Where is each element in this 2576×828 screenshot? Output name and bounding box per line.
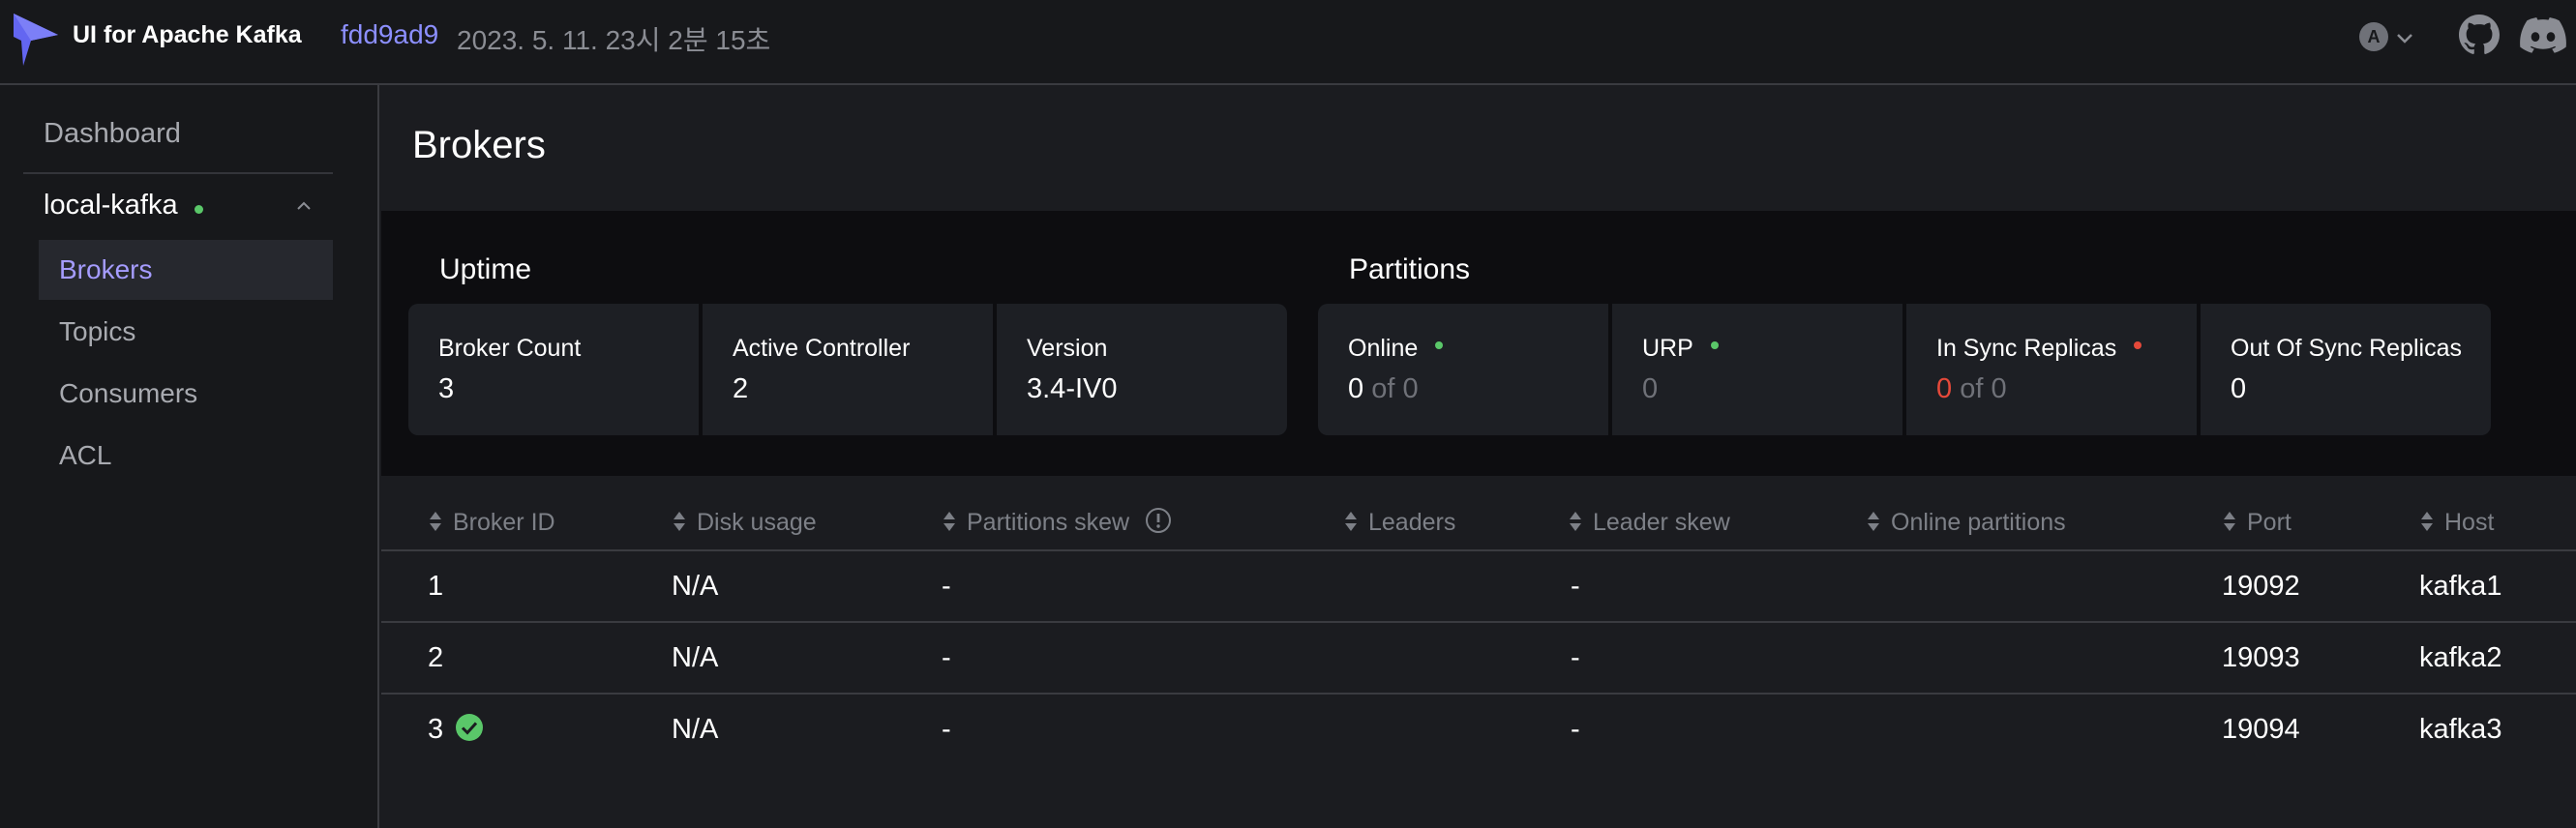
column-header-disk-usage[interactable]: Disk usage	[672, 505, 817, 540]
sort-icon	[944, 512, 955, 532]
sidebar-item-brokers[interactable]: Brokers	[39, 240, 333, 300]
sidebar-item-consumers[interactable]: Consumers	[39, 364, 333, 424]
column-header-leaders[interactable]: Leaders	[1343, 505, 1455, 540]
broker-count-card: Broker Count 3	[408, 304, 699, 435]
broker-id-cell[interactable]: 1	[428, 571, 443, 603]
sort-icon	[1345, 512, 1357, 532]
github-icon[interactable]	[2459, 15, 2500, 55]
sidebar-item-dashboard[interactable]: Dashboard	[44, 118, 181, 150]
in-sync-replicas-value: 0 of 0	[1936, 373, 2007, 404]
commit-link[interactable]: fdd9ad9	[341, 19, 438, 50]
sidebar-item-acl[interactable]: ACL	[39, 426, 333, 486]
active-controller-value: 2	[733, 373, 749, 404]
table-row[interactable]: 1 N/A - - 19092 kafka1	[381, 551, 2576, 623]
disk-usage-cell: N/A	[672, 642, 719, 673]
port-cell: 19094	[2222, 714, 2300, 745]
online-status-dot	[1435, 341, 1444, 350]
discord-icon[interactable]	[2520, 17, 2566, 54]
host-cell: kafka2	[2419, 642, 2502, 673]
out-of-sync-replicas-card: Out Of Sync Replicas 0	[2201, 304, 2491, 435]
table-row[interactable]: 2 N/A - - 19093 kafka2	[381, 623, 2576, 695]
active-controller-card: Active Controller 2	[703, 304, 993, 435]
table-row[interactable]: 3 N/A - - 19094 kafka3	[381, 695, 2576, 766]
active-controller-check-icon	[456, 714, 484, 742]
online-card: Online 0 of 0	[1318, 304, 1608, 435]
column-header-partitions-skew[interactable]: Partitions skew	[942, 505, 1172, 540]
sort-icon	[1868, 512, 1879, 532]
cluster-status-dot	[195, 205, 203, 214]
leader-skew-cell: -	[1571, 642, 1580, 673]
in-sync-replicas-label: In Sync Replicas	[1936, 335, 2142, 363]
port-cell: 19093	[2222, 642, 2300, 673]
active-controller-label: Active Controller	[733, 335, 911, 362]
column-header-host[interactable]: Host	[2419, 505, 2494, 540]
sidebar: Dashboard local-kafka Brokers Topics Con…	[0, 85, 379, 828]
cluster-name: local-kafka	[44, 190, 178, 221]
metrics-panel: Uptime Broker Count 3 Active Controller …	[381, 211, 2576, 476]
language-icon: A	[2359, 22, 2388, 51]
host-cell: kafka3	[2419, 714, 2502, 745]
version-card: Version 3.4-IV0	[997, 304, 1287, 435]
urp-status-dot	[1710, 341, 1719, 350]
disk-usage-cell: N/A	[672, 571, 719, 602]
host-cell: kafka1	[2419, 571, 2502, 602]
sort-icon	[2224, 512, 2235, 532]
page-title: Brokers	[412, 124, 546, 166]
urp-label: URP	[1642, 335, 1719, 363]
leader-skew-cell: -	[1571, 714, 1580, 745]
language-select[interactable]: A	[2359, 21, 2417, 52]
info-icon[interactable]	[1145, 507, 1172, 534]
chevron-down-icon	[2397, 34, 2412, 44]
top-bar: UI for Apache Kafka fdd9ad9 2023. 5. 11.…	[0, 0, 2576, 85]
partitions-skew-cell: -	[942, 571, 951, 602]
leader-skew-cell: -	[1571, 571, 1580, 602]
version-label: Version	[1027, 335, 1108, 362]
uptime-title: Uptime	[439, 253, 532, 285]
chevron-up-icon[interactable]	[293, 195, 315, 217]
sort-icon	[2421, 512, 2433, 532]
column-header-port[interactable]: Port	[2222, 505, 2291, 540]
build-date: 2023. 5. 11. 23시 2분 15초	[457, 25, 771, 55]
port-cell: 19092	[2222, 571, 2300, 602]
sidebar-divider	[23, 172, 333, 174]
sort-icon	[430, 512, 441, 532]
broker-id-cell[interactable]: 2	[428, 642, 443, 674]
broker-count-label: Broker Count	[438, 335, 582, 362]
partitions-skew-cell: -	[942, 642, 951, 673]
sort-icon	[1570, 512, 1581, 532]
in-sync-status-dot	[2134, 341, 2142, 350]
column-header-broker-id[interactable]: Broker ID	[428, 505, 555, 540]
app-title[interactable]: UI for Apache Kafka	[73, 21, 302, 49]
sidebar-item-topics[interactable]: Topics	[39, 302, 333, 362]
online-label: Online	[1348, 335, 1444, 363]
brokers-table: Broker ID Disk usage Partitions skew Lea…	[381, 476, 2576, 828]
urp-card: URP 0	[1612, 304, 1902, 435]
sort-icon	[674, 512, 685, 532]
partitions-skew-cell: -	[942, 714, 951, 745]
in-sync-replicas-card: In Sync Replicas 0 of 0	[1906, 304, 2197, 435]
column-header-online-partitions[interactable]: Online partitions	[1866, 505, 2066, 540]
partitions-title: Partitions	[1349, 253, 1471, 285]
cluster-toggle[interactable]: local-kafka	[44, 190, 334, 228]
out-of-sync-replicas-label: Out Of Sync Replicas	[2231, 335, 2462, 362]
column-header-leader-skew[interactable]: Leader skew	[1568, 505, 1730, 540]
broker-id-cell[interactable]: 3	[428, 714, 484, 746]
urp-value: 0	[1642, 373, 1659, 404]
kafka-logo-icon[interactable]	[12, 12, 60, 68]
online-value: 0 of 0	[1348, 373, 1419, 404]
broker-count-value: 3	[438, 373, 455, 404]
disk-usage-cell: N/A	[672, 714, 719, 745]
version-value: 3.4-IV0	[1027, 373, 1118, 404]
out-of-sync-replicas-value: 0	[2231, 373, 2247, 404]
